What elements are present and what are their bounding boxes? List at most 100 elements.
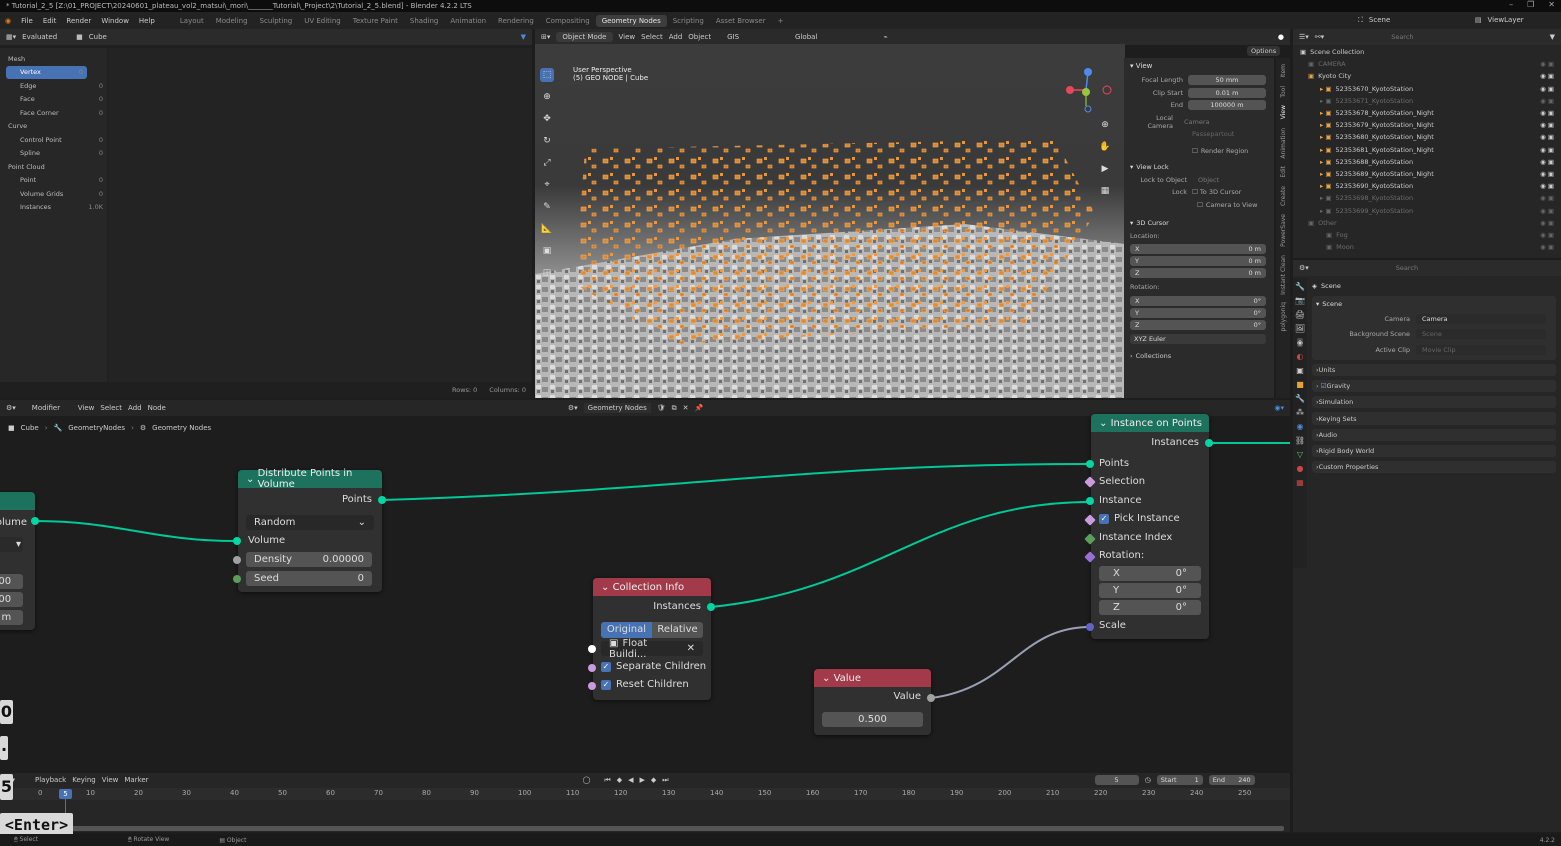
- view-layer-name[interactable]: ViewLayer: [1488, 16, 1524, 24]
- outliner-row[interactable]: ▸ ▣ 52353688_KyotoStation ◉ ▣: [1300, 156, 1558, 168]
- outliner-row[interactable]: ▸ ▣ 52353678_KyotoStation_Night ◉ ▣: [1300, 107, 1558, 119]
- add-cube-icon[interactable]: ▣: [540, 244, 554, 258]
- lock-to-object-field[interactable]: Object: [1192, 174, 1258, 185]
- side-tab[interactable]: Item: [1280, 64, 1287, 78]
- side-tab[interactable]: PowerSave: [1280, 214, 1287, 247]
- clip-end-field[interactable]: 100000 m: [1188, 100, 1266, 111]
- side-tab[interactable]: polygoniq: [1280, 302, 1287, 331]
- properties-panel-header[interactable]: › Simulation: [1312, 396, 1556, 409]
- menu-window[interactable]: Window: [96, 17, 134, 25]
- gis-menu[interactable]: GIS: [727, 33, 739, 41]
- menu-add[interactable]: Add: [669, 33, 683, 41]
- cursor-section-title[interactable]: ▾ 3D Cursor: [1130, 217, 1268, 230]
- output-tab-icon[interactable]: 🖨: [1295, 310, 1305, 319]
- left-field-3[interactable]: 2 m: [0, 610, 23, 625]
- constraints-tab-icon[interactable]: ⛓: [1295, 436, 1305, 445]
- visibility-eye-icon[interactable]: ◉ ▣: [1540, 109, 1554, 117]
- particles-tab-icon[interactable]: ⁂: [1296, 408, 1304, 417]
- render-region-checkbox[interactable]: ☐ Render Region: [1130, 145, 1268, 158]
- left-field-2[interactable]: 000: [0, 592, 23, 607]
- jump-end-icon[interactable]: ⏭: [662, 776, 668, 785]
- reset-children-checkbox[interactable]: ✓ Reset Children: [601, 679, 689, 690]
- next-key-icon[interactable]: ◆: [651, 776, 656, 784]
- tree-item[interactable]: Face Corner 0: [0, 106, 107, 120]
- density-field[interactable]: Density 0.00000: [246, 552, 372, 567]
- visibility-eye-icon[interactable]: ◉ ▣: [1540, 133, 1554, 141]
- left-field-1[interactable]: 000: [0, 574, 23, 589]
- tree-item[interactable]: Vertex 0: [6, 65, 87, 79]
- value-field[interactable]: 0.500: [822, 712, 923, 727]
- clip-start-field[interactable]: 0.01 m: [1188, 87, 1266, 98]
- scene-name[interactable]: Scene: [1369, 16, 1429, 24]
- side-tab[interactable]: Animation: [1280, 128, 1287, 159]
- tab-animation[interactable]: Animation: [444, 15, 492, 27]
- side-tab[interactable]: Edit: [1280, 166, 1287, 178]
- frame-playhead[interactable]: 5: [59, 789, 72, 799]
- pan-hand-icon[interactable]: ✋: [1098, 140, 1112, 154]
- original-toggle[interactable]: Original: [601, 622, 652, 638]
- location-y-field[interactable]: Y0 m: [1130, 256, 1266, 266]
- left-partial-node[interactable]: Volume ▾ 000 000 2 m: [0, 492, 35, 630]
- view-lock-title[interactable]: ▾ View Lock: [1130, 161, 1268, 174]
- seed-socket[interactable]: [233, 575, 241, 583]
- tab-scripting[interactable]: Scripting: [667, 15, 710, 27]
- outliner-filter-icon[interactable]: ▼: [1550, 33, 1555, 41]
- maximize-icon[interactable]: ❐: [1527, 0, 1534, 12]
- properties-panel-header[interactable]: › Keying Sets: [1312, 412, 1556, 425]
- menu-select[interactable]: Select: [641, 33, 663, 41]
- properties-panel-header[interactable]: › Audio: [1312, 428, 1556, 441]
- outliner-row[interactable]: ▣ Other ◉ ▣: [1300, 217, 1558, 229]
- menu-help[interactable]: Help: [134, 17, 160, 25]
- visibility-eye-icon[interactable]: ◉ ▣: [1540, 146, 1554, 154]
- menu-render[interactable]: Render: [61, 17, 96, 25]
- value-output-socket[interactable]: [927, 694, 935, 702]
- transform-icon[interactable]: ⌖: [540, 178, 554, 192]
- snap-icon[interactable]: ⌁: [883, 33, 887, 41]
- tree-item[interactable]: Instances 1.0K: [0, 201, 107, 215]
- distribute-points-node[interactable]: ⌄ Distribute Points in Volume Points Ran…: [238, 468, 382, 592]
- visibility-eye-icon[interactable]: ◉ ▣: [1540, 182, 1554, 190]
- blender-logo-icon[interactable]: ◉: [0, 17, 16, 25]
- properties-panel-header[interactable]: › Units: [1312, 363, 1556, 377]
- data-tab-icon[interactable]: ▽: [1297, 450, 1303, 459]
- side-tab[interactable]: Instant Clean: [1280, 255, 1287, 295]
- object-tab-icon[interactable]: ■: [1296, 380, 1304, 389]
- select-box-icon[interactable]: ⬚: [540, 68, 554, 82]
- current-frame-field[interactable]: 5: [1094, 775, 1139, 785]
- outliner-row[interactable]: ▸ ▣ 52353680_KyotoStation_Night ◉ ▣: [1300, 131, 1558, 143]
- end-frame-field[interactable]: End 240: [1208, 775, 1255, 785]
- tab-asset-browser[interactable]: Asset Browser: [710, 15, 772, 27]
- add-workspace-button[interactable]: +: [772, 15, 790, 27]
- tab-shading[interactable]: Shading: [404, 15, 444, 27]
- menu-file[interactable]: File: [16, 17, 38, 25]
- visibility-eye-icon[interactable]: ◉ ▣: [1540, 158, 1554, 166]
- play-icon[interactable]: ▶: [640, 776, 645, 784]
- tab-texture-paint[interactable]: Texture Paint: [347, 15, 404, 27]
- visibility-eye-icon[interactable]: ◉ ▣: [1540, 170, 1554, 178]
- physics-tab-icon[interactable]: ◉: [1297, 422, 1304, 431]
- properties-editor-icon[interactable]: ⚙▾: [1299, 264, 1309, 272]
- move-icon[interactable]: ✥: [540, 112, 554, 126]
- visibility-eye-icon[interactable]: ◉ ▣: [1540, 219, 1554, 227]
- tab-layout[interactable]: Layout: [174, 15, 210, 27]
- menu-object[interactable]: Object: [688, 33, 711, 41]
- location-z-field[interactable]: Z0 m: [1130, 268, 1266, 278]
- tab-geometry-nodes[interactable]: Geometry Nodes: [595, 14, 667, 27]
- timeline-ruler[interactable]: 0 10 20 30 40 50 60 70 80 90 100 110 120 130 140 150 160…: [0, 788, 1290, 800]
- density-socket[interactable]: [233, 556, 241, 564]
- collection-info-header[interactable]: ⌄ Collection Info: [593, 578, 711, 596]
- options-button[interactable]: Options: [1247, 46, 1281, 56]
- spreadsheet-object[interactable]: Cube: [89, 33, 107, 41]
- collection-tab-icon[interactable]: ▣: [1296, 366, 1304, 375]
- rotation-z-field[interactable]: Z 0°: [1099, 600, 1201, 615]
- tree-item[interactable]: Mesh: [0, 52, 107, 66]
- outliner-row[interactable]: ▸ ▣ 52353681_KyotoStation_Night ◉ ▣: [1300, 144, 1558, 156]
- rotation-y-field[interactable]: Y 0°: [1099, 583, 1201, 598]
- outliner-row[interactable]: ▣ Fog ◉ ▣: [1300, 229, 1558, 241]
- rotation-z-field[interactable]: Z 0°: [1130, 319, 1266, 330]
- instance-in-socket[interactable]: [1086, 497, 1094, 505]
- rotation-y-field[interactable]: Y 0°: [1130, 307, 1266, 318]
- material-tab-icon[interactable]: ●: [1297, 464, 1304, 473]
- outliner-row[interactable]: ▸ ▣ 52353670_KyotoStation ◉ ▣: [1300, 83, 1558, 95]
- side-tab[interactable]: Tool: [1280, 86, 1287, 98]
